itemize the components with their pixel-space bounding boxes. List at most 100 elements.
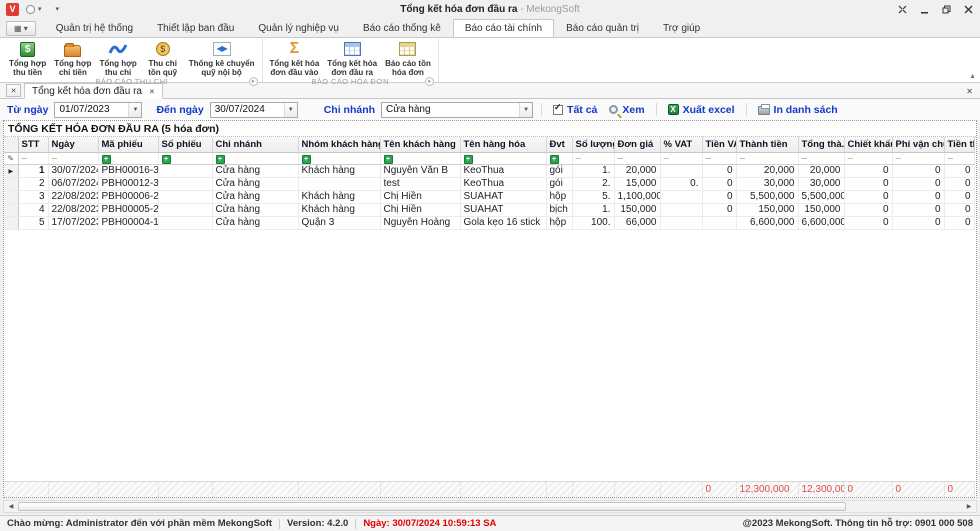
document-tab-close-icon[interactable]: ✕ bbox=[149, 88, 155, 96]
auto-filter-cell[interactable]: – bbox=[660, 152, 702, 164]
table-cell[interactable]: 30,000 bbox=[736, 177, 798, 190]
quick-access-icon[interactable] bbox=[26, 5, 35, 14]
filter-condition-icon[interactable]: + bbox=[550, 155, 559, 164]
filter-condition-icon[interactable]: + bbox=[102, 155, 111, 164]
table-cell[interactable]: 5,500,000 bbox=[798, 190, 844, 203]
table-cell[interactable]: PBH00016-300... bbox=[98, 164, 158, 177]
scroll-right-icon[interactable]: ▶ bbox=[964, 503, 974, 510]
column-header[interactable]: Thành tiền bbox=[736, 137, 798, 152]
ribbon-tab-3[interactable]: Quản lý nghiệp vụ bbox=[246, 19, 351, 37]
column-header[interactable]: Phí vận chuyển bbox=[892, 137, 944, 152]
table-cell[interactable]: 22/08/2023 bbox=[48, 190, 98, 203]
table-row[interactable]: 322/08/2023PBH00006-220...Cửa hàngKhách … bbox=[4, 190, 974, 203]
table-cell[interactable]: hộp bbox=[546, 190, 572, 203]
auto-filter-cell[interactable]: + bbox=[380, 152, 460, 164]
ribbon-tab-6[interactable]: Báo cáo quản trị bbox=[554, 19, 651, 37]
ribbon-tab-5[interactable]: Báo cáo tài chính bbox=[453, 19, 554, 38]
close-all-tabs-icon[interactable]: ✕ bbox=[963, 87, 976, 98]
table-cell[interactable]: Nguyễn Văn B bbox=[380, 164, 460, 177]
auto-filter-cell[interactable]: + bbox=[158, 152, 212, 164]
table-cell[interactable]: 100. bbox=[572, 216, 614, 229]
table-cell[interactable]: 0 bbox=[844, 190, 892, 203]
filter-condition-icon[interactable]: + bbox=[216, 155, 225, 164]
table-cell[interactable]: SUAHAT bbox=[460, 203, 546, 216]
column-header[interactable]: Mã phiếu bbox=[98, 137, 158, 152]
chevron-down-icon[interactable]: ▼ bbox=[128, 103, 141, 117]
table-cell[interactable]: 0 bbox=[892, 203, 944, 216]
table-cell[interactable]: 0 bbox=[892, 164, 944, 177]
ribbon-button[interactable]: Tổng kết hóa đơn đầu ra bbox=[323, 39, 381, 77]
table-cell[interactable]: Chị Hiền bbox=[380, 190, 460, 203]
scrollbar-thumb[interactable] bbox=[18, 502, 846, 511]
table-cell[interactable]: 20,000 bbox=[736, 164, 798, 177]
column-header[interactable]: Đơn giá bbox=[614, 137, 660, 152]
table-cell[interactable]: 0 bbox=[702, 203, 736, 216]
ribbon-button[interactable]: Tổng hợp chi tiền bbox=[50, 39, 95, 77]
auto-filter-cell[interactable]: – bbox=[48, 152, 98, 164]
table-cell[interactable]: 66,000 bbox=[614, 216, 660, 229]
ribbon-button[interactable]: Báo cáo tồn hóa đơn bbox=[381, 39, 435, 77]
table-cell[interactable]: Quận 3 bbox=[298, 216, 380, 229]
table-cell[interactable]: 0 bbox=[944, 177, 974, 190]
table-cell[interactable]: 30,000 bbox=[798, 177, 844, 190]
ribbon-tab-2[interactable]: Thiết lập ban đầu bbox=[145, 19, 246, 37]
auto-filter-cell[interactable]: – bbox=[892, 152, 944, 164]
auto-filter-cell[interactable]: + bbox=[98, 152, 158, 164]
column-header[interactable]: Chi nhánh bbox=[212, 137, 298, 152]
group-expand-icon[interactable]: ▾ bbox=[249, 77, 258, 86]
table-cell[interactable]: PBH00004-170... bbox=[98, 216, 158, 229]
ribbon-button[interactable]: $Thu chi tồn quỹ bbox=[141, 39, 185, 77]
auto-filter-cell[interactable]: – bbox=[798, 152, 844, 164]
table-cell[interactable]: 150,000 bbox=[798, 203, 844, 216]
all-checkbox[interactable]: ✓ Tất cả bbox=[550, 104, 600, 116]
table-cell[interactable]: PBH00005-220... bbox=[98, 203, 158, 216]
table-cell[interactable]: 0. bbox=[660, 177, 702, 190]
table-cell[interactable]: 5 bbox=[18, 216, 48, 229]
column-header[interactable]: Đvt bbox=[546, 137, 572, 152]
table-cell[interactable]: 0 bbox=[702, 164, 736, 177]
ribbon-tab-7[interactable]: Trợ giúp bbox=[651, 19, 712, 37]
table-cell[interactable]: 1. bbox=[572, 164, 614, 177]
horizontal-scrollbar[interactable]: ◀ ▶ bbox=[3, 500, 977, 513]
table-cell[interactable]: SUAHAT bbox=[460, 190, 546, 203]
table-cell[interactable] bbox=[660, 203, 702, 216]
table-cell[interactable] bbox=[702, 216, 736, 229]
from-date-combo[interactable]: 01/07/2023 ▼ bbox=[54, 102, 142, 118]
auto-filter-cell[interactable]: – bbox=[18, 152, 48, 164]
filter-condition-icon[interactable]: + bbox=[464, 155, 473, 164]
table-cell[interactable]: 0 bbox=[702, 177, 736, 190]
checkbox-checked-icon[interactable]: ✓ bbox=[553, 105, 563, 115]
ribbon-tab-4[interactable]: Báo cáo thống kê bbox=[351, 19, 453, 37]
table-cell[interactable]: 1,100,000 bbox=[614, 190, 660, 203]
table-cell[interactable] bbox=[158, 190, 212, 203]
auto-filter-cell[interactable]: + bbox=[546, 152, 572, 164]
table-cell[interactable]: 15,000 bbox=[614, 177, 660, 190]
table-row[interactable]: 206/07/2024PBH00012-300...Cửa hàngtestKe… bbox=[4, 177, 974, 190]
table-cell[interactable]: KeoThua bbox=[460, 177, 546, 190]
table-cell[interactable]: 150,000 bbox=[614, 203, 660, 216]
table-cell[interactable]: 0 bbox=[892, 216, 944, 229]
table-cell[interactable] bbox=[298, 177, 380, 190]
table-cell[interactable]: 0 bbox=[844, 203, 892, 216]
column-header[interactable]: STT bbox=[18, 137, 48, 152]
ribbon-button[interactable]: $Tổng hợp thu tiền bbox=[5, 39, 50, 77]
table-cell[interactable]: Cửa hàng bbox=[212, 203, 298, 216]
table-cell[interactable]: Cửa hàng bbox=[212, 216, 298, 229]
table-cell[interactable]: 150,000 bbox=[736, 203, 798, 216]
column-header[interactable]: Chiết khấu toa bbox=[844, 137, 892, 152]
table-cell[interactable] bbox=[660, 216, 702, 229]
table-cell[interactable]: 0 bbox=[844, 177, 892, 190]
filter-condition-icon[interactable]: + bbox=[384, 155, 393, 164]
table-cell[interactable]: 22/08/2023 bbox=[48, 203, 98, 216]
table-cell[interactable] bbox=[660, 164, 702, 177]
print-list-button[interactable]: In danh sách bbox=[755, 104, 841, 116]
column-header[interactable]: Nhóm khách hàng bbox=[298, 137, 380, 152]
table-cell[interactable]: 0 bbox=[702, 190, 736, 203]
table-cell[interactable]: Chị Hiền bbox=[380, 203, 460, 216]
table-cell[interactable]: Khách hàng bbox=[298, 190, 380, 203]
table-cell[interactable]: Khách hàng bbox=[298, 203, 380, 216]
ribbon-button[interactable]: ΣTổng kết hóa đơn đầu vào bbox=[266, 39, 324, 77]
table-cell[interactable]: 1 bbox=[18, 164, 48, 177]
close-icon[interactable] bbox=[962, 4, 974, 15]
table-cell[interactable]: Nguyễn Hoàng bbox=[380, 216, 460, 229]
